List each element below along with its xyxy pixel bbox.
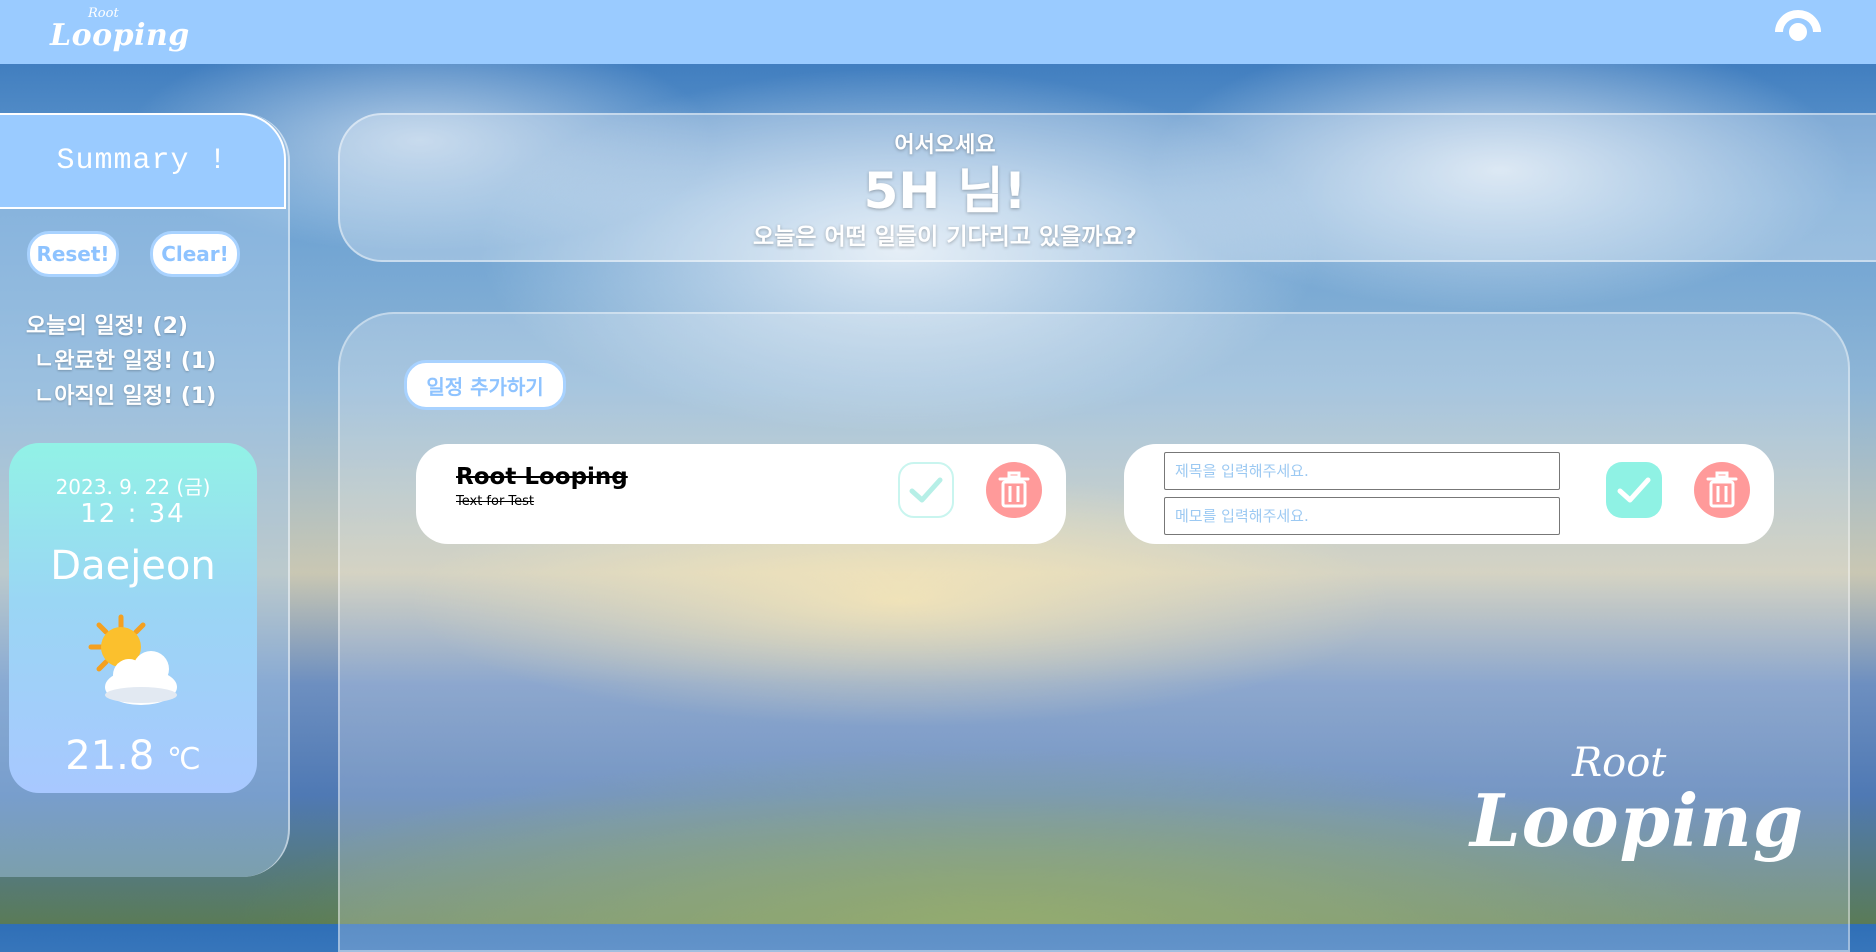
save-todo-button[interactable] bbox=[1606, 462, 1662, 518]
new-todo-card bbox=[1124, 444, 1774, 544]
todo-title-input[interactable] bbox=[1164, 452, 1560, 490]
trash-icon bbox=[998, 471, 1030, 508]
complete-button[interactable] bbox=[898, 462, 954, 518]
welcome-subtitle: 오늘은 어떤 일들이 기다리고 있을까요? bbox=[753, 224, 1137, 250]
reset-button[interactable]: Reset! bbox=[27, 231, 119, 277]
todo-memo: Text for Test bbox=[456, 494, 535, 509]
weather-city: Daejeon bbox=[50, 543, 216, 589]
weather-time: 12 : 34 bbox=[80, 499, 186, 529]
stat-done: ㄴ완료한 일정! (1) bbox=[34, 349, 217, 374]
stat-pending: ㄴ아직인 일정! (1) bbox=[34, 384, 217, 409]
todo-memo-input[interactable] bbox=[1164, 497, 1560, 535]
brand-logo[interactable]: Root Looping bbox=[50, 6, 189, 56]
check-icon bbox=[1617, 477, 1651, 503]
clear-button[interactable]: Clear! bbox=[150, 231, 240, 277]
weather-card: 2023. 9. 22 (금) 12 : 34 Daejeon 21.8 ℃ bbox=[9, 443, 257, 793]
stat-today: 오늘의 일정! (2) bbox=[26, 314, 188, 339]
schedule-stats: 오늘의 일정! (2) ㄴ완료한 일정! (1) ㄴ아직인 일정! (1) bbox=[26, 309, 216, 414]
cancel-todo-button[interactable] bbox=[1694, 462, 1750, 518]
weather-date: 2023. 9. 22 (금) bbox=[55, 475, 211, 499]
delete-button[interactable] bbox=[986, 462, 1042, 518]
check-icon bbox=[909, 477, 943, 503]
welcome-user-name: 5H 님! bbox=[863, 162, 1027, 220]
summary-sidebar: Summary ! Reset! Clear! 오늘의 일정! (2) ㄴ완료한… bbox=[0, 113, 290, 877]
weather-temp-value: 21.8 bbox=[65, 733, 155, 779]
eye-icon[interactable] bbox=[1772, 6, 1824, 46]
summary-title: Summary ! bbox=[0, 113, 286, 209]
trash-icon bbox=[1706, 471, 1738, 508]
top-bar: Root Looping bbox=[0, 0, 1876, 64]
sun-behind-cloud-icon bbox=[79, 613, 189, 713]
add-schedule-button[interactable]: 일정 추가하기 bbox=[404, 360, 566, 410]
welcome-banner: 어서오세요 5H 님! 오늘은 어떤 일들이 기다리고 있을까요? bbox=[338, 113, 1876, 262]
weather-temp-unit: ℃ bbox=[167, 742, 201, 777]
footer-brand-logo: Root Looping bbox=[1470, 740, 1803, 900]
todo-card: Root Looping Text for Test bbox=[416, 444, 1066, 544]
todo-title: Root Looping bbox=[456, 464, 628, 490]
footer-brand-looping: Looping bbox=[1470, 778, 1805, 863]
brand-looping-text: Looping bbox=[50, 18, 190, 53]
weather-temperature: 21.8 ℃ bbox=[9, 733, 257, 779]
